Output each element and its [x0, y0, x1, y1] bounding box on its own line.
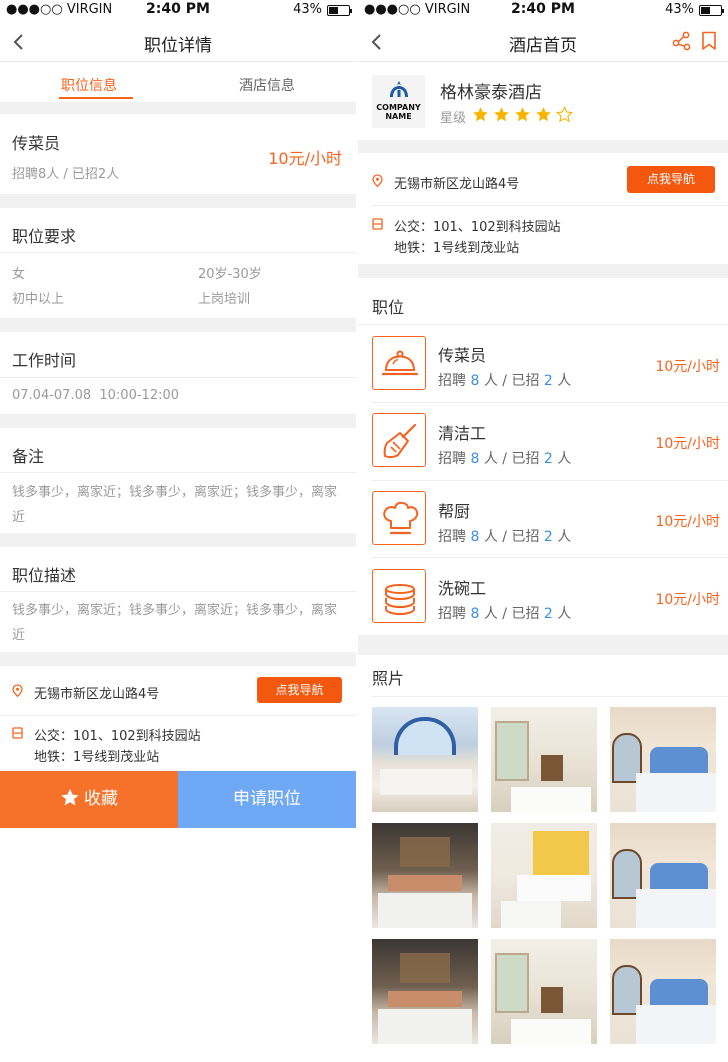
star-filled-icon [473, 107, 488, 122]
description-text: 钱多事少，离家近；钱多事少，离家近；钱多事少，离家近 [12, 603, 338, 643]
battery-percent: 43% [665, 2, 694, 17]
transit-metro: 地铁：1号线到茂业站 [34, 750, 160, 765]
transit-bus: 公交：101、102到科技园站 [34, 729, 201, 744]
job-list-item[interactable]: 传菜员 招聘 8 人 / 已招 2 人 10元/小时 [358, 325, 728, 402]
job-title: 传菜员 [12, 134, 61, 153]
favorite-label: 收藏 [84, 789, 118, 809]
apply-button[interactable]: 申请职位 [178, 771, 356, 828]
broom-icon [372, 413, 426, 467]
room-photo[interactable] [610, 707, 716, 812]
tab-label: 职位信息 [61, 78, 117, 94]
hotel-logo: COMPANY NAME [372, 75, 425, 128]
location-pin-icon [372, 174, 383, 187]
screen-divider [356, 0, 358, 1062]
room-photo[interactable] [610, 939, 716, 1044]
battery-icon [327, 5, 352, 16]
star-filled-icon [494, 107, 509, 122]
job-list-item[interactable]: 清洁工 招聘 8 人 / 已招 2 人 10元/小时 [358, 403, 728, 480]
hotel-name: 格林豪泰酒店 [440, 83, 542, 103]
photos-heading: 照片 [372, 669, 405, 688]
location-pin-icon [12, 684, 23, 697]
requirements-heading: 职位要求 [12, 227, 77, 246]
share-icon[interactable] [672, 31, 692, 51]
job-wage: 10元/小时 [655, 514, 720, 530]
room-photo[interactable] [491, 707, 597, 812]
job-stats: 招聘8人 / 已招2人 [12, 167, 120, 182]
star-empty-icon [555, 105, 574, 123]
job-title: 洗碗工 [438, 579, 487, 598]
tab-label: 酒店信息 [239, 78, 295, 94]
job-list-item[interactable]: 洗碗工 招聘 8 人 / 已招 2 人 10元/小时 [358, 558, 728, 635]
room-photo[interactable] [372, 707, 478, 812]
job-stats: 招聘 8 人 / 已招 2 人 [438, 529, 572, 545]
room-photo[interactable] [491, 939, 597, 1044]
address-text: 无锡市新区龙山路4号 [394, 177, 520, 192]
bus-icon [12, 727, 23, 739]
job-stats: 招聘 8 人 / 已招 2 人 [438, 606, 572, 622]
tab-indicator [59, 97, 133, 99]
star-filled-icon [515, 107, 530, 122]
room-photo[interactable] [610, 823, 716, 928]
cloche-icon [372, 336, 426, 390]
req-age: 20岁-30岁 [198, 267, 262, 282]
work-time-value: 07.04-07.08 10:00-12:00 [12, 388, 180, 403]
job-wage: 10元/小时 [655, 359, 720, 375]
job-stats: 招聘 8 人 / 已招 2 人 [438, 373, 572, 389]
dishes-icon [372, 569, 426, 623]
job-title: 帮厨 [438, 502, 471, 521]
work-time-heading: 工作时间 [12, 351, 77, 370]
room-photo[interactable] [372, 939, 478, 1044]
battery-icon [699, 5, 724, 16]
tab-hotel-info[interactable]: 酒店信息 [178, 63, 356, 101]
room-photo[interactable] [491, 823, 597, 928]
description-heading: 职位描述 [12, 566, 77, 585]
navigate-button[interactable]: 点我导航 [257, 677, 342, 703]
transit-metro: 地铁：1号线到茂业站 [394, 241, 520, 256]
page-title: 职位详情 [144, 36, 212, 56]
address-text: 无锡市新区龙山路4号 [34, 687, 160, 702]
notes-text: 钱多事少，离家近；钱多事少，离家近；钱多事少，离家近 [12, 485, 338, 525]
transit-bus: 公交：101、102到科技园站 [394, 220, 561, 235]
job-stats: 招聘 8 人 / 已招 2 人 [438, 451, 572, 467]
job-title: 传菜员 [438, 346, 487, 365]
star-icon [61, 789, 79, 806]
navigate-button[interactable]: 点我导航 [627, 166, 715, 193]
req-education: 初中以上 [12, 292, 65, 307]
favorite-button[interactable]: 收藏 [0, 771, 178, 828]
status-bar: ●●●○○ VIRGIN 2:40 PM 43% [358, 0, 728, 22]
nav-bar: 职位详情 [0, 22, 356, 62]
star-filled-icon [536, 107, 551, 122]
nav-bar: 酒店首页 [358, 22, 728, 62]
chef-hat-icon [372, 491, 426, 545]
job-wage: 10元/小时 [268, 149, 342, 168]
notes-heading: 备注 [12, 447, 45, 466]
jobs-heading: 职位 [372, 298, 405, 317]
job-list-item[interactable]: 帮厨 招聘 8 人 / 已招 2 人 10元/小时 [358, 481, 728, 558]
logo-mark-icon [390, 81, 408, 97]
status-bar: ●●●○○ VIRGIN 2:40 PM 43% [0, 0, 356, 22]
job-wage: 10元/小时 [655, 436, 720, 452]
star-rating [472, 105, 577, 124]
bookmark-icon[interactable] [701, 31, 717, 51]
battery-percent: 43% [293, 2, 322, 17]
hotel-home-screen: ●●●○○ VIRGIN 2:40 PM 43% 酒店首页 COMPANY NA… [358, 0, 728, 1062]
req-training: 上岗培训 [198, 292, 251, 307]
room-photo[interactable] [372, 823, 478, 928]
job-title: 清洁工 [438, 424, 487, 443]
req-gender: 女 [12, 267, 26, 282]
job-detail-screen: ●●●○○ VIRGIN 2:40 PM 43% 职位详情 职位信息 酒店信息 … [0, 0, 356, 1062]
tab-job-info[interactable]: 职位信息 [0, 63, 178, 101]
logo-text: COMPANY NAME [376, 103, 421, 121]
bus-icon [372, 218, 383, 230]
job-wage: 10元/小时 [655, 592, 720, 608]
rating-label: 星级 [440, 111, 467, 126]
